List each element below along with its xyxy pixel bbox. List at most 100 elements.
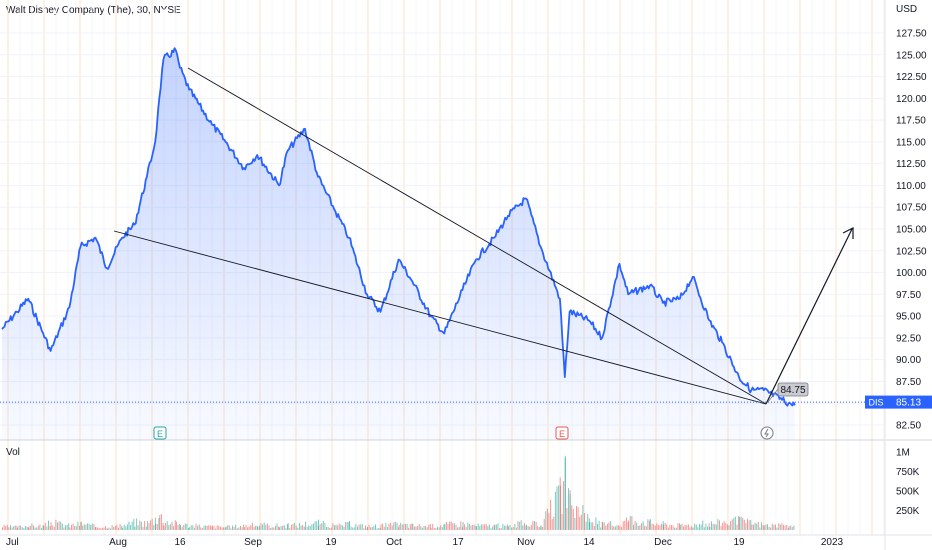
volume-bar [345, 522, 347, 530]
volume-bar [140, 521, 142, 530]
volume-bar [61, 523, 63, 530]
volume-bar [74, 525, 76, 530]
volume-bar [110, 528, 111, 530]
volume-bar [790, 525, 792, 530]
volume-bar [734, 516, 736, 530]
volume-bar [413, 526, 415, 530]
volume-bar [642, 521, 644, 530]
volume-bar [679, 524, 681, 530]
volume-bar [679, 523, 680, 530]
volume-bar [788, 526, 790, 530]
volume-bar [83, 524, 85, 530]
volume-bar [39, 524, 41, 530]
volume-bar [391, 525, 393, 530]
volume-bar [661, 523, 663, 530]
volume-bar [715, 524, 717, 530]
volume-bar [751, 524, 753, 530]
volume-bar [644, 525, 646, 530]
volume-bar [773, 525, 775, 530]
volume-bar [579, 516, 581, 530]
volume-bar [526, 524, 527, 530]
volume-bar [319, 524, 321, 530]
y-tick-label: 110.00 [896, 181, 926, 192]
volume-bar [519, 521, 521, 530]
volume-bar [472, 525, 474, 530]
volume-bar [21, 527, 23, 530]
volume-bar [224, 527, 226, 530]
volume-bar [14, 525, 16, 530]
volume-bar [587, 514, 589, 530]
volume-bar [53, 527, 55, 530]
volume-bar [88, 523, 90, 530]
volume-bar [160, 514, 162, 530]
volume-bar [363, 528, 365, 530]
volume-bar [705, 523, 707, 530]
volume-bar [130, 524, 132, 530]
volume-bar [576, 506, 577, 530]
volume-bar [243, 527, 245, 530]
volume-bar [370, 527, 372, 530]
volume-bar [411, 523, 413, 530]
volume-bar [677, 523, 679, 530]
volume-bar [770, 527, 772, 530]
volume-bar [719, 520, 720, 530]
volume-bar [250, 525, 252, 530]
volume-bar [306, 527, 308, 530]
volume-bar [300, 525, 302, 530]
volume-bar [352, 527, 354, 530]
price-chart[interactable]: 84.7582.5085.0087.5090.0092.5095.0097.50… [0, 0, 932, 550]
volume-bar [574, 518, 576, 530]
volume-bar [748, 520, 750, 530]
volume-bar [197, 525, 199, 530]
volume-bar [142, 526, 144, 530]
volume-bar [502, 523, 504, 530]
volume-bar [520, 520, 522, 530]
volume-bar [595, 517, 597, 530]
volume-bar [253, 526, 255, 530]
volume-bar [512, 527, 514, 530]
volume-bar [376, 528, 378, 530]
x-tick-label: Nov [517, 537, 535, 548]
volume-bar [29, 525, 31, 530]
volume-bar [216, 525, 218, 530]
volume-bar [165, 522, 167, 530]
volume-bar [153, 525, 155, 530]
volume-bar [200, 527, 202, 530]
volume-bar [262, 524, 264, 530]
volume-bar [425, 525, 427, 530]
volume-bar [295, 525, 297, 530]
volume-bar [177, 524, 179, 530]
volume-bar [33, 525, 34, 530]
volume-bar [761, 522, 762, 530]
volume-bar [150, 520, 152, 530]
volume-bar [337, 525, 339, 530]
volume-bar [485, 523, 487, 530]
volume-bar [183, 525, 185, 530]
volume-bar [20, 525, 22, 530]
volume-bar [121, 525, 123, 530]
volume-bar [435, 528, 437, 530]
volume-bar [77, 521, 79, 530]
volume-bar [684, 525, 686, 530]
volume-bar [645, 526, 647, 530]
volume-bar [437, 526, 438, 530]
volume-bar [240, 526, 241, 530]
volume-bar [750, 519, 752, 530]
volume-bar [303, 526, 305, 530]
volume-bar [232, 525, 233, 530]
volume-bar [37, 525, 39, 530]
volume-bar [230, 528, 232, 530]
volume-axis: 1M 750K 500K 250K [896, 448, 920, 518]
volume-bar [659, 525, 661, 530]
volume-bar [465, 527, 467, 530]
volume-bar [616, 525, 618, 530]
volume-bar [759, 527, 761, 530]
volume-bar [36, 527, 38, 530]
volume-bar [723, 521, 725, 530]
earnings-marker-label: E [157, 429, 163, 439]
volume-bar [621, 526, 623, 530]
volume-bar [651, 523, 653, 530]
volume-bar [28, 526, 30, 530]
volume-bar [282, 525, 284, 530]
volume-bar [122, 527, 124, 530]
